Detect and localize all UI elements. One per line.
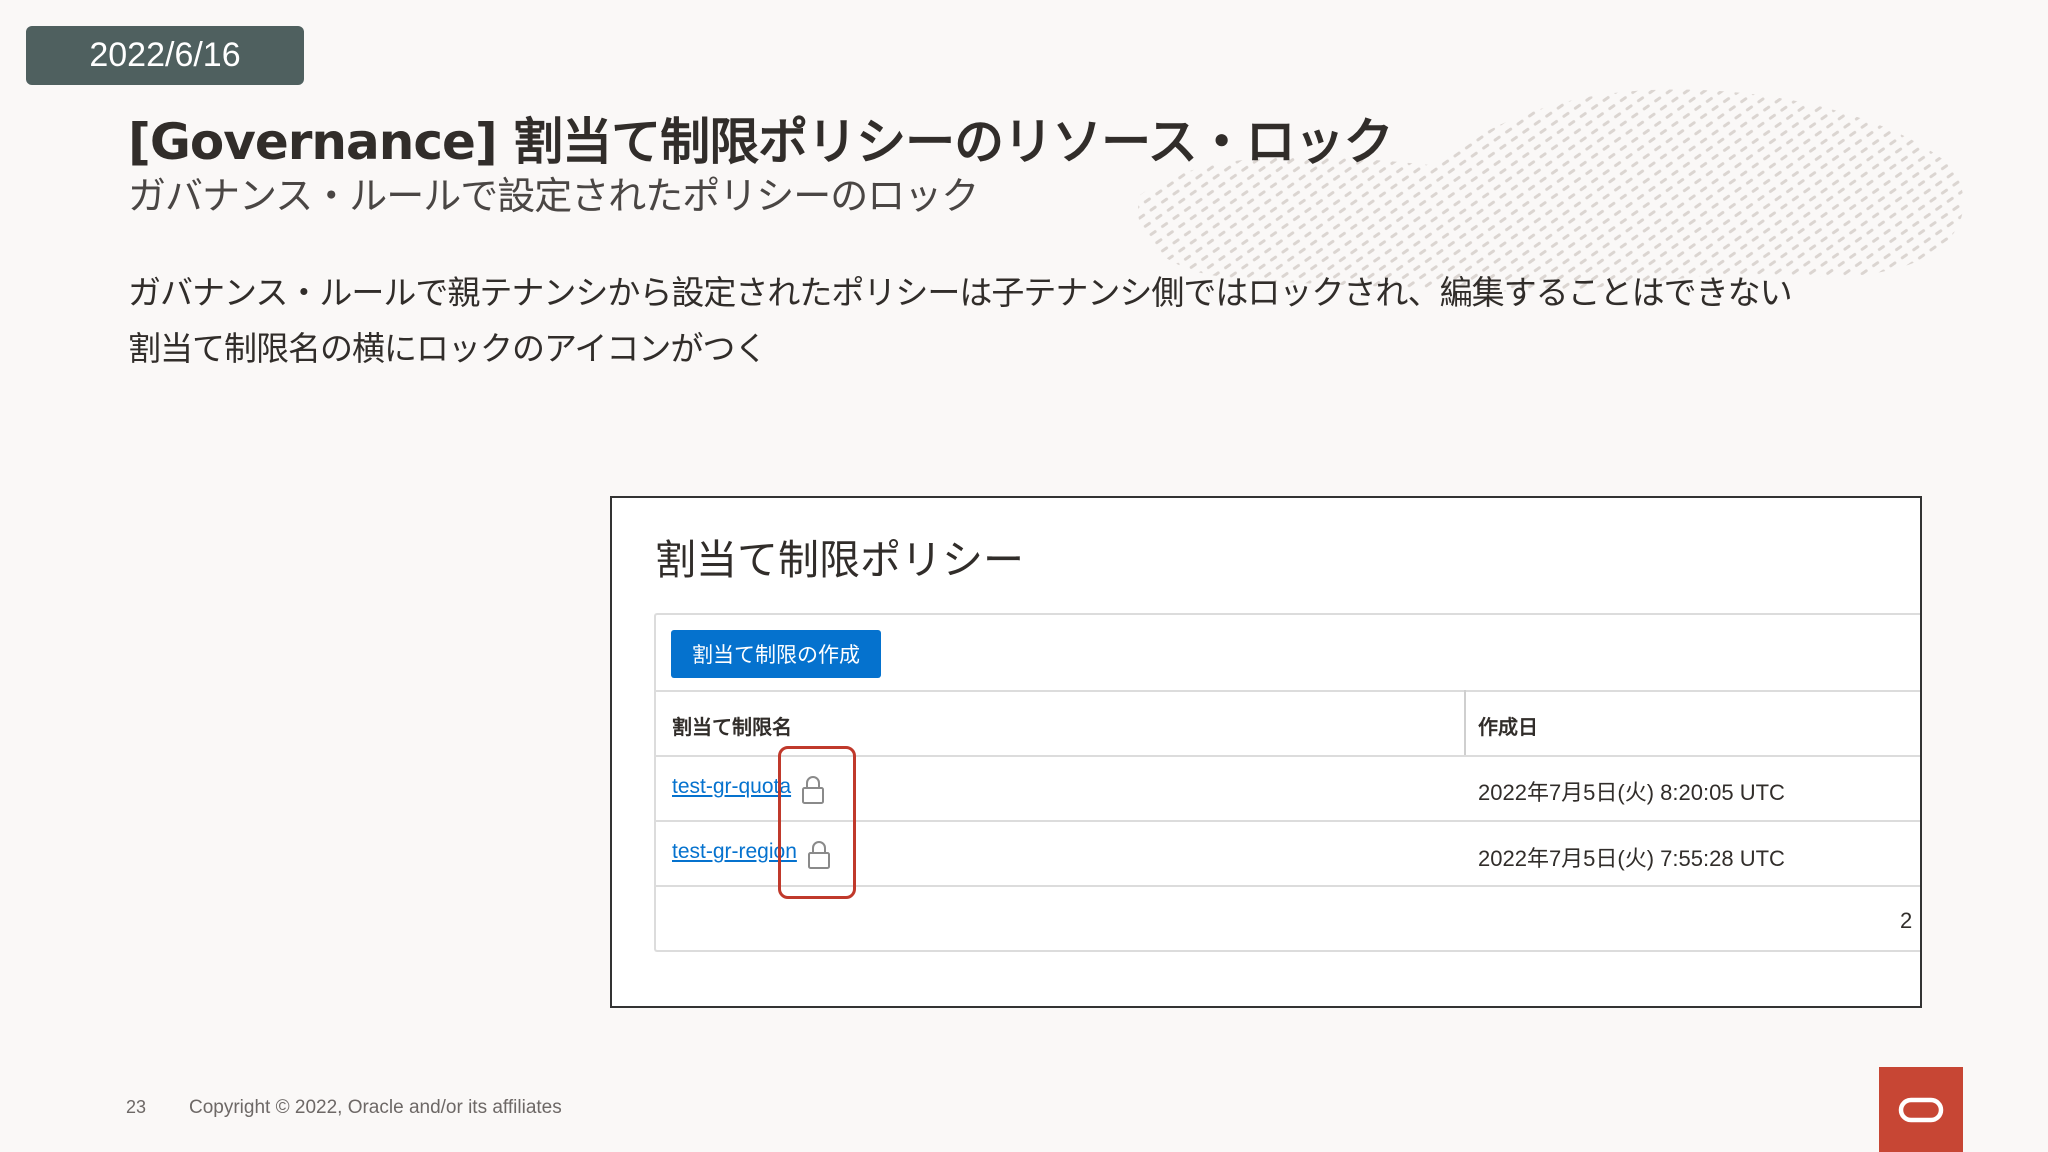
column-header-created[interactable]: 作成日	[1478, 711, 1538, 740]
created-date: 2022年7月5日(火) 8:20:05 UTC	[1478, 780, 1785, 805]
panel-title: 割当て制限ポリシー	[655, 536, 1024, 584]
page-subtitle: ガバナンス・ルールで設定されたポリシーのロック	[128, 174, 979, 218]
copyright-text: Copyright © 2022, Oracle and/or its affi…	[189, 1097, 562, 1118]
pagination-text: 2	[1900, 908, 1913, 933]
create-quota-button[interactable]: 割当て制限の作成	[671, 630, 881, 678]
oracle-logo-icon	[1898, 1097, 1944, 1122]
oracle-logo	[1879, 1067, 1963, 1152]
page-number: 23	[126, 1097, 147, 1117]
divider	[656, 690, 1920, 692]
body-text-line-1: ガバナンス・ルールで親テナンシから設定されたポリシーは子テナンシ側ではロックされ…	[128, 273, 1793, 312]
created-date: 2022年7月5日(火) 7:55:28 UTC	[1478, 846, 1785, 871]
column-header-name[interactable]: 割当て制限名	[672, 711, 792, 740]
quota-link-test-gr-quota[interactable]: test-gr-quota	[672, 775, 791, 799]
body-text-line-2: 割当て制限名の横にロックのアイコンがつく	[128, 329, 767, 368]
date-badge: 2022/6/16	[26, 26, 304, 85]
lock-highlight-box	[778, 746, 856, 899]
page-title: [Governance] 割当て制限ポリシーのリソース・ロック	[128, 113, 1394, 171]
column-separator	[1464, 690, 1466, 755]
